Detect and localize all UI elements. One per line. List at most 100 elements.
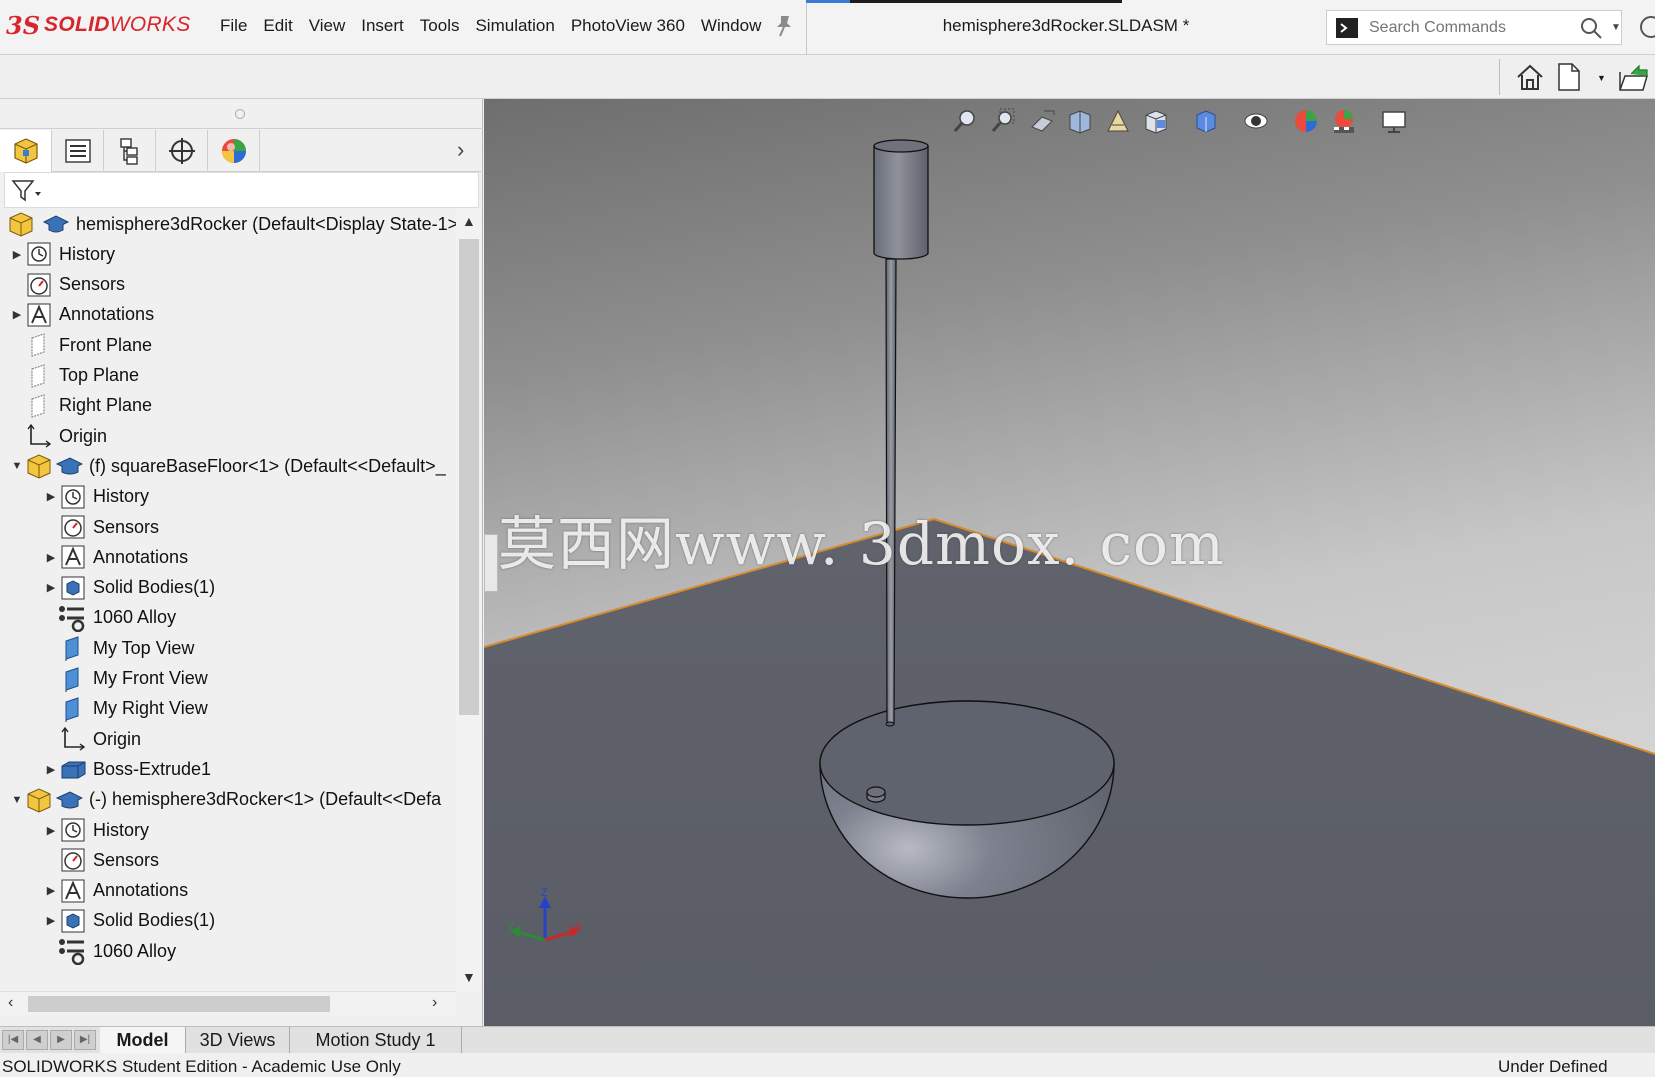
menu-photoview[interactable]: PhotoView 360 xyxy=(563,16,693,36)
model-scene[interactable] xyxy=(484,99,1655,1026)
dynamic-annotation-icon[interactable] xyxy=(1102,105,1134,137)
home-icon[interactable] xyxy=(1515,62,1545,92)
hemisphere-top-face[interactable] xyxy=(819,700,1115,826)
expand-arrow-icon[interactable]: ▶ xyxy=(44,763,58,776)
expand-arrow-icon[interactable]: ▶ xyxy=(10,248,24,261)
tree-item[interactable]: Top Plane xyxy=(10,361,139,391)
top-cap-cylinder[interactable] xyxy=(873,145,929,260)
tree-item[interactable]: Front Plane xyxy=(10,330,152,360)
view-settings-icon[interactable] xyxy=(1378,105,1410,137)
scroll-right-icon[interactable]: › xyxy=(432,994,437,1012)
tree-item[interactable]: Origin xyxy=(44,724,141,754)
tree-item[interactable]: ▶ Solid Bodies(1) xyxy=(44,906,215,936)
graphics-area[interactable]: 莫西网www. 3dmox. com Z Y X xyxy=(484,99,1655,1026)
tree-item[interactable]: ▶ History xyxy=(44,815,149,845)
tab-motion-study-1[interactable]: Motion Study 1 xyxy=(290,1027,462,1054)
tree-item[interactable]: ▶ Solid Bodies(1) xyxy=(44,573,215,603)
collapse-arrow-icon[interactable]: ▼ xyxy=(10,794,24,806)
expand-arrow-icon[interactable]: ▶ xyxy=(10,308,24,321)
zoom-to-fit-icon[interactable] xyxy=(950,105,982,137)
apply-scene-icon[interactable] xyxy=(1328,105,1360,137)
menu-insert[interactable]: Insert xyxy=(353,16,412,36)
expand-arrow-icon[interactable]: ▶ xyxy=(44,551,58,564)
sensors-icon xyxy=(58,513,88,541)
zoom-to-area-icon[interactable] xyxy=(988,105,1020,137)
tree-item[interactable]: My Top View xyxy=(44,633,194,663)
tree-item[interactable]: hemisphere3dRocker (Default<Display Stat… xyxy=(4,209,456,239)
tree-item[interactable]: Sensors xyxy=(10,270,125,300)
next-tab-icon[interactable]: ▶ xyxy=(50,1030,72,1050)
tree-vertical-scrollbar[interactable]: ▲ ▼ xyxy=(456,209,481,991)
scroll-thumb[interactable] xyxy=(28,996,330,1012)
scroll-left-icon[interactable]: ‹ xyxy=(8,994,13,1012)
search-input[interactable] xyxy=(1369,18,1569,37)
scroll-thumb[interactable] xyxy=(459,239,479,715)
hide-show-icon[interactable] xyxy=(1240,105,1272,137)
edit-appearance-icon[interactable] xyxy=(1290,105,1322,137)
help-icon[interactable] xyxy=(1640,16,1655,38)
manager-tabs xyxy=(0,130,483,172)
tab-dimxpert-manager[interactable] xyxy=(156,130,208,172)
tree-item[interactable]: ▶ Annotations xyxy=(44,542,188,572)
prev-tab-icon[interactable]: ◀ xyxy=(26,1030,48,1050)
tree-item[interactable]: ▶ Boss-Extrude1 xyxy=(44,754,211,784)
collapse-arrow-icon[interactable]: ▼ xyxy=(10,460,24,472)
tab-model[interactable]: Model xyxy=(100,1027,186,1054)
tab-display-manager[interactable] xyxy=(208,130,260,172)
expand-arrow-icon[interactable]: ▶ xyxy=(44,490,58,503)
tree-item[interactable]: Origin xyxy=(10,421,107,451)
chevron-down-icon[interactable]: ▼ xyxy=(1597,73,1606,83)
tree-item[interactable]: My Right View xyxy=(44,694,208,724)
tab-feature-manager[interactable] xyxy=(0,130,52,172)
new-document-icon[interactable] xyxy=(1556,62,1582,92)
tab-property-manager[interactable] xyxy=(52,130,104,172)
expand-arrow-icon[interactable]: ▶ xyxy=(44,824,58,837)
tree-item[interactable]: ▶ History xyxy=(10,239,115,269)
tree-item[interactable]: 1060 Alloy xyxy=(44,936,176,966)
menu-window[interactable]: Window xyxy=(693,16,769,36)
menu-simulation[interactable]: Simulation xyxy=(467,16,562,36)
expand-arrow-icon[interactable]: ▶ xyxy=(44,914,58,927)
chevron-down-icon[interactable]: ▼ xyxy=(1611,22,1621,33)
tree-filter-bar[interactable] xyxy=(4,172,479,208)
menu-tools[interactable]: Tools xyxy=(412,16,468,36)
tree-item[interactable]: Sensors xyxy=(44,512,159,542)
expand-arrow-icon[interactable]: ▶ xyxy=(44,581,58,594)
tree-item[interactable]: ▶ Annotations xyxy=(44,876,188,906)
tree-item[interactable]: Sensors xyxy=(44,845,159,875)
tree-item[interactable]: ▼ (-) hemisphere3dRocker<1> (Default<<Def… xyxy=(10,785,441,815)
previous-view-icon[interactable] xyxy=(1026,105,1058,137)
section-view-icon[interactable] xyxy=(1064,105,1096,137)
tree-item[interactable]: ▶ History xyxy=(44,482,149,512)
tree-item-label: hemisphere3dRocker (Default<Display Stat… xyxy=(76,213,456,234)
search-icon[interactable] xyxy=(1579,16,1603,40)
vertical-rod[interactable] xyxy=(885,258,897,725)
display-style-icon[interactable] xyxy=(1190,105,1222,137)
tree-item[interactable]: Right Plane xyxy=(10,391,152,421)
scroll-up-icon[interactable]: ▲ xyxy=(462,213,476,229)
chevron-right-icon[interactable]: › xyxy=(457,137,464,163)
solidworks-logo[interactable]: 3S SOLIDWORKS xyxy=(6,8,191,42)
tree-item[interactable]: ▼ (f) squareBaseFloor<1> (Default<<Defaul… xyxy=(10,451,446,481)
menu-edit[interactable]: Edit xyxy=(255,16,300,36)
search-commands-box[interactable]: ▼ xyxy=(1326,10,1622,45)
last-tab-icon[interactable]: ▶| xyxy=(74,1030,96,1050)
open-document-icon[interactable] xyxy=(1617,60,1651,94)
filter-icon[interactable] xyxy=(11,178,41,204)
tree-horizontal-scrollbar[interactable]: ‹ › xyxy=(0,991,456,1015)
expand-arrow-icon[interactable]: ▶ xyxy=(44,884,58,897)
pane-splitter-handle[interactable] xyxy=(484,534,498,592)
tab-3d-views[interactable]: 3D Views xyxy=(186,1027,290,1054)
title-bar: 3S SOLIDWORKS File Edit View Insert Tool… xyxy=(0,0,1655,55)
first-tab-icon[interactable]: |◀ xyxy=(2,1030,24,1050)
tree-item[interactable]: ▶ Annotations xyxy=(10,300,154,330)
menu-file[interactable]: File xyxy=(212,16,255,36)
tab-configuration-manager[interactable] xyxy=(104,130,156,172)
pin-icon[interactable] xyxy=(773,14,795,38)
menu-view[interactable]: View xyxy=(301,16,354,36)
view-orientation-icon[interactable] xyxy=(1140,105,1172,137)
scroll-down-icon[interactable]: ▼ xyxy=(462,969,476,985)
tree-item[interactable]: My Front View xyxy=(44,664,208,694)
pane-grip-handle[interactable] xyxy=(235,109,245,119)
tree-item[interactable]: 1060 Alloy xyxy=(44,603,176,633)
